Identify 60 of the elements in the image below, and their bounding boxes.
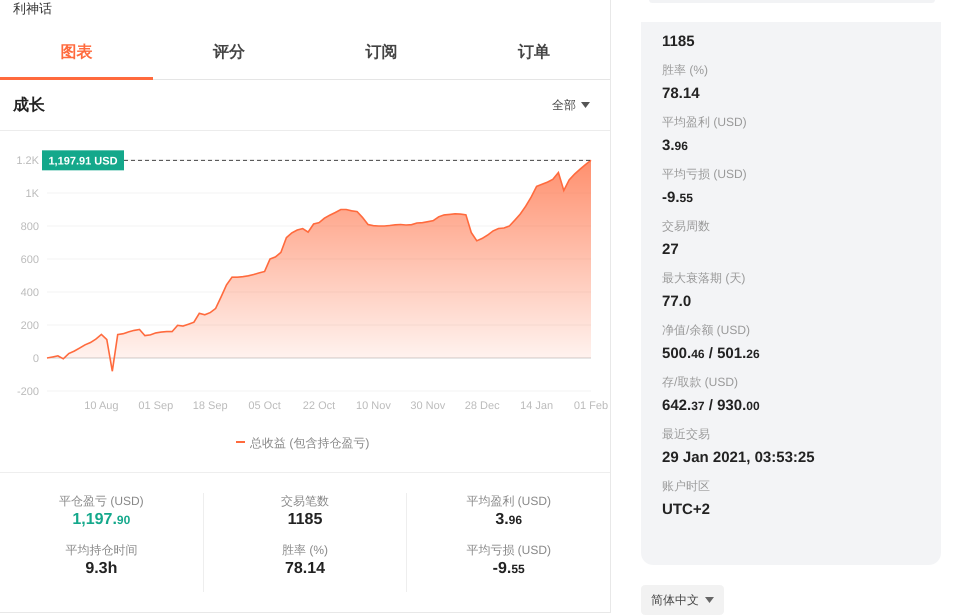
axis-label: 800 bbox=[20, 221, 39, 233]
detail-value: 29 Jan 2021, 03:53:25 bbox=[662, 448, 816, 468]
range-dropdown[interactable]: 全部 bbox=[552, 96, 590, 114]
axis-label: 01 Feb bbox=[574, 400, 608, 412]
stat-value: 78.14 bbox=[284, 559, 326, 579]
detail-label: 最近交易 bbox=[662, 426, 711, 442]
detail-value: 500.46 / 501.26 bbox=[662, 344, 761, 364]
axis-label: -200 bbox=[16, 386, 39, 398]
stat-value: 1185 bbox=[286, 510, 324, 530]
detail-label: 最大衰落期 (天) bbox=[662, 270, 746, 286]
detail-value: 77.0 bbox=[662, 292, 692, 312]
detail-label: 平均亏损 (USD) bbox=[662, 166, 748, 182]
detail-label: 平均盈利 (USD) bbox=[662, 114, 748, 130]
tab[interactable]: 订阅 bbox=[305, 31, 458, 80]
axis-label: 30 Nov bbox=[410, 400, 446, 412]
tab[interactable]: 评分 bbox=[152, 31, 305, 80]
stat-label: 平均亏损 (USD) bbox=[465, 542, 552, 558]
detail-value: 27 bbox=[662, 240, 680, 260]
axis-label: 01 Sep bbox=[138, 400, 174, 412]
stat-label: 平均持仓时间 bbox=[64, 542, 138, 558]
detail-label: 净值/余额 (USD) bbox=[662, 322, 751, 338]
stat-value: -9.55 bbox=[492, 559, 526, 579]
caret-icon bbox=[705, 597, 714, 604]
axis-label: 0 bbox=[32, 353, 39, 365]
detail-value: 78.14 bbox=[662, 84, 701, 104]
axis-label: 22 Oct bbox=[302, 400, 336, 412]
section-title: 成长 bbox=[13, 96, 45, 116]
detail-label: 存/取款 (USD) bbox=[662, 374, 739, 390]
value-tag: 1,197.91 USD bbox=[42, 150, 124, 170]
stat-label: 胜率 (%) bbox=[281, 542, 329, 558]
stat-label: 交易笔数 bbox=[280, 493, 330, 509]
axis-label: 1K bbox=[26, 188, 39, 200]
caret-icon bbox=[581, 102, 590, 108]
axis-label: 1.2K bbox=[16, 155, 39, 167]
detail-value: -9.55 bbox=[662, 188, 694, 208]
detail-value: 3.96 bbox=[662, 136, 689, 156]
stat-value: 1,197.90 bbox=[71, 510, 132, 530]
stat-label: 平均盈利 (USD) bbox=[465, 493, 552, 509]
legend-item: 总收益 (包含持仓盈亏) bbox=[236, 436, 370, 450]
axis-label: 600 bbox=[20, 254, 39, 266]
stat-value: 3.96 bbox=[494, 510, 524, 530]
axis-label: 10 Nov bbox=[356, 400, 391, 412]
axis-label: 200 bbox=[20, 320, 39, 332]
stat-value: 9.3h bbox=[84, 559, 118, 579]
axis-label: 10 Aug bbox=[84, 400, 119, 412]
detail-value: UTC+2 bbox=[662, 500, 711, 520]
axis-label: 28 Dec bbox=[464, 400, 500, 412]
detail-label: 账户时区 bbox=[662, 478, 711, 494]
detail-value: 1185 bbox=[662, 32, 696, 52]
tab[interactable]: 订单 bbox=[458, 31, 610, 80]
language-dropdown[interactable]: 简体中文 bbox=[641, 585, 724, 615]
page-title: 利神话 bbox=[12, 1, 53, 18]
detail-label: 交易周数 bbox=[662, 218, 711, 234]
axis-label: 14 Jan bbox=[520, 400, 554, 412]
detail-label: 胜率 (%) bbox=[662, 62, 709, 78]
axis-label: 05 Oct bbox=[248, 400, 281, 412]
axis-label: 18 Sep bbox=[192, 400, 228, 412]
stat-label: 平仓盈亏 (USD) bbox=[58, 493, 145, 509]
axis-label: 400 bbox=[20, 287, 39, 299]
detail-value: 642.37 / 930.00 bbox=[662, 396, 761, 416]
